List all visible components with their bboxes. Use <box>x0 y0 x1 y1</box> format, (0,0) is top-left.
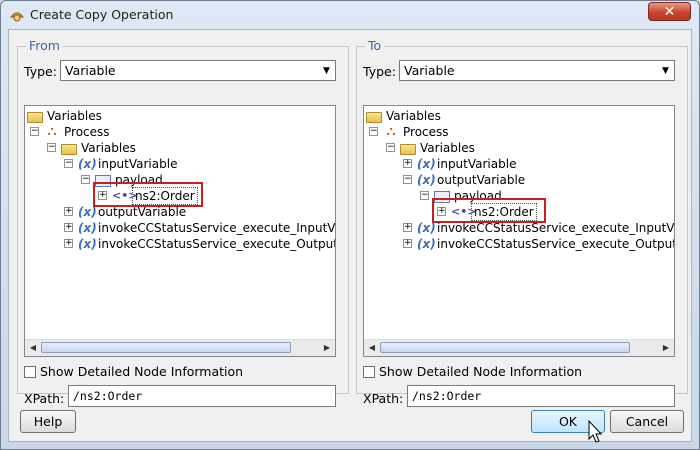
to-legend: To <box>365 38 385 53</box>
expand-icon[interactable]: + <box>403 223 412 232</box>
from-xpath-input[interactable]: /ns2:Order <box>68 385 336 407</box>
variable-icon: (x) <box>78 237 97 251</box>
horizontal-scrollbar[interactable]: ◀ ▶ <box>364 339 674 356</box>
dialog-window: Create Copy Operation ✕ From Type: Varia… <box>0 0 700 450</box>
tree-node-variables-root[interactable]: Variables <box>366 108 441 124</box>
cancel-button[interactable]: Cancel <box>610 410 684 433</box>
variable-icon: (x) <box>417 221 436 235</box>
close-button[interactable]: ✕ <box>648 2 691 21</box>
dialog-body: From Type: Variable ▼ Variables − ⛬ Proce… <box>8 29 692 442</box>
tree-node-variables[interactable]: Variables <box>400 140 475 156</box>
from-type-select[interactable]: Variable ▼ <box>60 60 336 81</box>
collapse-icon[interactable]: − <box>369 127 378 136</box>
tree-node-input-variable[interactable]: (x) inputVariable <box>417 156 516 172</box>
tree-node-output-variable[interactable]: (x) outputVariable <box>417 172 525 188</box>
expand-icon[interactable]: + <box>64 239 73 248</box>
variable-icon: (x) <box>417 237 436 251</box>
scroll-right-icon[interactable]: ▶ <box>660 342 672 354</box>
from-xpath-label: XPath: <box>24 391 65 406</box>
scrollbar-thumb[interactable] <box>41 342 291 353</box>
variable-icon: (x) <box>78 157 97 171</box>
tree-node-invoke-input[interactable]: (x) invokeCCStatusService_execute_InputVa <box>78 220 335 236</box>
expand-icon[interactable]: + <box>64 223 73 232</box>
horizontal-scrollbar[interactable]: ◀ ▶ <box>25 339 335 356</box>
chevron-down-icon[interactable]: ▼ <box>657 61 674 80</box>
to-panel: To Type: Variable ▼ Variables − ⛬ Process… <box>356 38 688 407</box>
mouse-cursor-icon <box>588 419 603 443</box>
from-type-label: Type: <box>24 64 57 79</box>
collapse-icon[interactable]: − <box>403 175 412 184</box>
to-xpath-input[interactable]: /ns2:Order <box>407 385 675 407</box>
tree-node-variables-root[interactable]: Variables <box>27 108 102 124</box>
tree-node-process[interactable]: ⛬ Process <box>44 124 109 140</box>
tree-node-invoke-input[interactable]: (x) invokeCCStatusService_execute_InputVa… <box>417 220 674 236</box>
to-type-select[interactable]: Variable ▼ <box>399 60 675 81</box>
from-type-value: Variable <box>65 63 116 78</box>
to-tree[interactable]: Variables − ⛬ Process − Variables + (x) in… <box>363 105 675 357</box>
app-icon <box>9 12 25 22</box>
chevron-down-icon[interactable]: ▼ <box>318 61 335 80</box>
to-show-detail-checkbox[interactable]: Show Detailed Node Information <box>363 364 582 379</box>
help-button[interactable]: Help <box>20 410 76 433</box>
from-show-detail-checkbox[interactable]: Show Detailed Node Information <box>24 364 243 379</box>
collapse-icon[interactable]: − <box>81 175 90 184</box>
process-icon: ⛬ <box>47 124 57 139</box>
scroll-left-icon[interactable]: ◀ <box>27 342 39 354</box>
collapse-icon[interactable]: − <box>47 143 56 152</box>
process-icon: ⛬ <box>386 124 396 139</box>
variable-icon: (x) <box>417 157 436 171</box>
tree-node-invoke-output[interactable]: (x) invokeCCStatusService_execute_OutputV <box>78 236 335 252</box>
checkbox-icon[interactable] <box>24 365 36 378</box>
tree-node-input-variable[interactable]: (x) inputVariable <box>78 156 177 172</box>
tree-node-process[interactable]: ⛬ Process <box>383 124 448 140</box>
folder-icon <box>366 111 382 123</box>
variable-icon: (x) <box>78 221 97 235</box>
expand-icon[interactable]: + <box>403 239 412 248</box>
checkbox-icon[interactable] <box>363 365 375 378</box>
tree-node-output-variable[interactable]: (x) outputVariable <box>78 204 186 220</box>
collapse-icon[interactable]: − <box>420 191 429 200</box>
to-type-label: Type: <box>363 64 396 79</box>
to-type-value: Variable <box>404 63 455 78</box>
expand-icon[interactable]: + <box>64 207 73 216</box>
close-icon: ✕ <box>663 3 676 20</box>
to-xpath-label: XPath: <box>363 391 404 406</box>
scrollbar-thumb[interactable] <box>380 342 630 353</box>
scroll-left-icon[interactable]: ◀ <box>366 342 378 354</box>
folder-icon <box>27 111 43 123</box>
title-bar[interactable]: Create Copy Operation ✕ <box>1 1 699 29</box>
variable-icon: (x) <box>417 173 436 187</box>
collapse-icon[interactable]: − <box>64 159 73 168</box>
folder-icon <box>61 143 77 155</box>
expand-icon[interactable]: + <box>403 159 412 168</box>
from-legend: From <box>26 38 63 53</box>
tree-node-variables[interactable]: Variables <box>61 140 136 156</box>
variable-icon: (x) <box>78 205 97 219</box>
window-title: Create Copy Operation <box>30 7 174 22</box>
from-panel: From Type: Variable ▼ Variables − ⛬ Proce… <box>17 38 349 407</box>
scroll-right-icon[interactable]: ▶ <box>321 342 333 354</box>
folder-icon <box>400 143 416 155</box>
from-tree[interactable]: Variables − ⛬ Process − Variables − (x) in… <box>24 105 336 357</box>
tree-node-invoke-output[interactable]: (x) invokeCCStatusService_execute_OutputV <box>417 236 674 252</box>
collapse-icon[interactable]: − <box>386 143 395 152</box>
collapse-icon[interactable]: − <box>30 127 39 136</box>
